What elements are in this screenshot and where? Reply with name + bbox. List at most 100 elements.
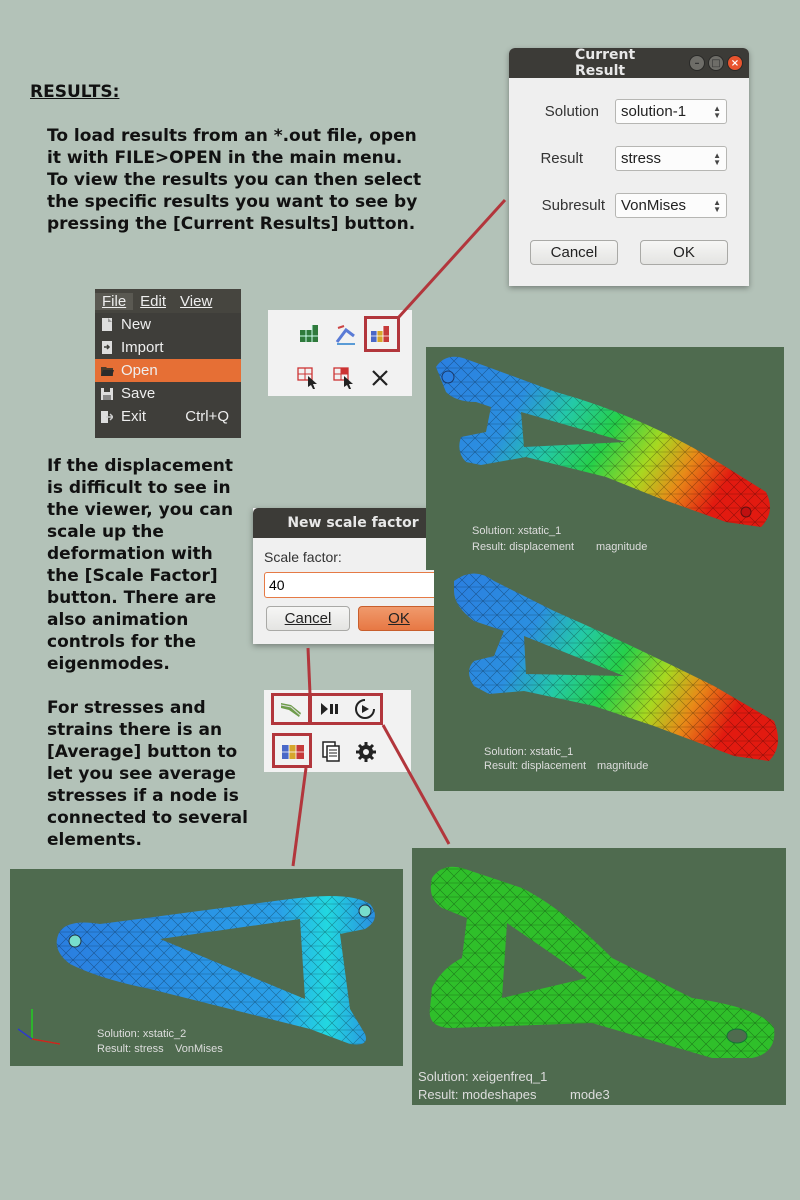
text-line: deformation with (47, 544, 213, 564)
viewer-subresult-label: VonMises (175, 1043, 223, 1055)
menu-item-open[interactable]: Open (95, 359, 241, 382)
maximize-icon[interactable]: □ (708, 55, 724, 71)
average-paragraph: For stresses and strains there is an [Av… (47, 697, 248, 851)
menu-edit[interactable]: Edit (133, 293, 173, 310)
callout-line (291, 767, 308, 867)
text-line: stresses if a node is (47, 786, 239, 806)
subresult-label: Subresult (541, 197, 605, 214)
highlight-box (271, 693, 311, 725)
exit-icon (101, 410, 115, 423)
text-line: connected to several (47, 808, 248, 828)
dialog-titlebar: New scale factor × (253, 508, 453, 538)
text-line: To load results from an *.out file, open (47, 126, 417, 146)
menu-item-label: Import (121, 339, 164, 356)
menu-item-import[interactable]: Import (95, 336, 241, 359)
text-line: button. There are (47, 588, 217, 608)
viewer-subresult-label: mode3 (570, 1087, 610, 1102)
folder-open-icon (101, 364, 115, 377)
results-heading: RESULTS: (30, 82, 120, 102)
highlight-box (309, 693, 383, 725)
gear-icon[interactable] (354, 740, 378, 764)
viewer-result-label: Result: displacement (484, 760, 587, 772)
menu-shortcut: Ctrl+Q (185, 408, 229, 425)
menu-item-new[interactable]: New (95, 313, 241, 336)
scale-factor-dialog: New scale factor × Scale factor: 40 Canc… (253, 508, 453, 644)
solution-select[interactable]: solution-1 ▲ ▼ (615, 99, 727, 124)
current-result-dialog: Current Result – □ × Solution solution-1… (509, 47, 749, 286)
menu-view[interactable]: View (173, 293, 219, 310)
cancel-button[interactable]: Cancel (530, 240, 618, 265)
viewer-subresult-label: magnitude (596, 541, 648, 553)
text-line: For stresses and (47, 698, 206, 718)
highlight-box (364, 316, 400, 352)
menu-item-label: Open (121, 362, 158, 379)
scale-factor-label: Scale factor: (264, 549, 342, 565)
text-line: let you see average (47, 764, 236, 784)
text-line: [Average] button to (47, 742, 238, 762)
menu-item-label: Save (121, 385, 156, 402)
minimize-icon[interactable]: – (689, 55, 705, 71)
save-icon (101, 387, 115, 400)
dialog-title: New scale factor (287, 515, 419, 531)
text-line: controls for the (47, 632, 197, 652)
text-line: If the displacement (47, 456, 233, 476)
scale-paragraph: If the displacement is difficult to see … (47, 455, 233, 675)
solution-label: Solution (544, 103, 599, 120)
spin-arrows-icon: ▲ ▼ (713, 197, 721, 214)
subresult-value: VonMises (621, 197, 687, 214)
menu-item-label: New (121, 316, 152, 333)
text-line: To view the results you can then select (47, 170, 422, 190)
viewer-stress[interactable]: Solution: xstatic_2 Result: stress VonMi… (10, 869, 403, 1066)
spin-arrows-icon: ▲ ▼ (713, 103, 721, 120)
menu-bar: File Edit View (95, 289, 241, 313)
text-line: it with FILE>OPEN in the main menu. (47, 148, 403, 168)
menu-item-exit[interactable]: Exit Ctrl+Q (95, 405, 241, 428)
close-icon[interactable]: × (727, 55, 743, 71)
dialog-title: Current Result (575, 47, 636, 79)
subresult-select[interactable]: VonMises ▲ ▼ (615, 193, 727, 218)
new-file-icon (101, 318, 115, 331)
result-value: stress (621, 150, 662, 167)
viewer-solution-label: Solution: xstatic_2 (97, 1028, 187, 1040)
select-nodes-icon[interactable] (296, 366, 320, 390)
ok-button[interactable]: OK (640, 240, 728, 265)
text-line: the specific results you want to see by (47, 192, 418, 212)
viewer-eigenmode[interactable]: Solution: xeigenfreq_1 Result: modeshape… (412, 848, 786, 1105)
text-line: the viewer, you can (47, 500, 234, 520)
cancel-button[interactable]: Cancel (266, 606, 350, 631)
deform-icon[interactable] (334, 322, 358, 346)
viewer-result-label: Result: displacement (472, 541, 575, 553)
text-line: elements. (47, 830, 142, 850)
text-line: eigenmodes. (47, 654, 170, 674)
animation-toolbar (264, 690, 411, 772)
text-line: is difficult to see in (47, 478, 231, 498)
text-line: scale up the (47, 522, 164, 542)
viewer-result-label: Result: modeshapes (418, 1087, 537, 1102)
highlight-box (272, 733, 312, 768)
viewer-subresult-label: magnitude (597, 760, 649, 772)
menu-file[interactable]: File (95, 292, 134, 310)
solution-value: solution-1 (621, 103, 687, 120)
scale-factor-input[interactable]: 40 (264, 572, 441, 598)
clear-selection-icon[interactable] (368, 366, 392, 390)
viewer-solution-label: Solution: xstatic_1 (472, 525, 562, 537)
import-icon (101, 341, 115, 354)
fe-mesh-modeshape (429, 866, 775, 1058)
text-line: pressing the [Current Results] button. (47, 214, 416, 234)
copy-icon[interactable] (319, 740, 343, 764)
text-line: the [Scale Factor] (47, 566, 218, 586)
select-elements-icon[interactable] (332, 366, 356, 390)
viewer-displacement-1[interactable]: Solution: xstatic_1 Result: displacement… (426, 347, 784, 570)
menu-item-save[interactable]: Save (95, 382, 241, 405)
mesh-grid-icon[interactable] (298, 322, 322, 346)
text-line: strains there is an (47, 720, 223, 740)
ok-button[interactable]: OK (358, 606, 440, 631)
spin-arrows-icon: ▲ ▼ (713, 150, 721, 167)
result-select[interactable]: stress ▲ ▼ (615, 146, 727, 171)
intro-paragraph: To load results from an *.out file, open… (47, 125, 421, 235)
viewer-displacement-2[interactable]: Solution: xstatic_1 Result: displacement… (434, 566, 784, 791)
text-line: also animation (47, 610, 189, 630)
viewer-solution-label: Solution: xstatic_1 (484, 746, 574, 758)
menu-item-label: Exit (121, 408, 147, 425)
file-menu: File Edit View New Import Open Save Exit… (95, 289, 241, 438)
